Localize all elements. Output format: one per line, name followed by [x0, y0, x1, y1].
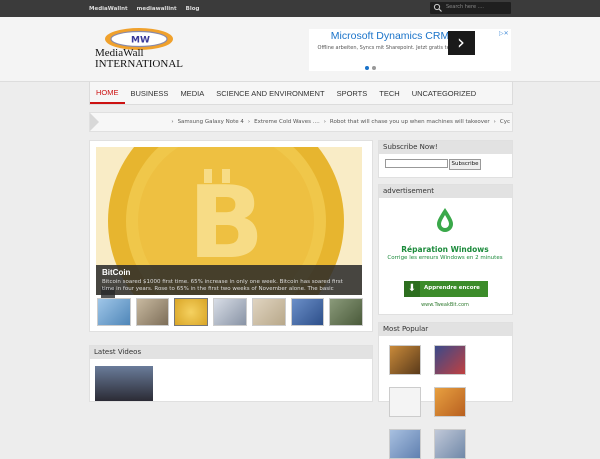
- top-bar: MediaWallnt mediawallint Blog Search her…: [0, 0, 600, 17]
- top-link-blog[interactable]: Blog: [186, 6, 200, 12]
- logo-line2: INTERNATIONAL: [95, 58, 183, 69]
- drop-logo-icon: [437, 208, 453, 232]
- slider-thumb[interactable]: [251, 298, 286, 326]
- sidebar-ad-button[interactable]: ⬇ Apprendre encore: [404, 281, 488, 297]
- news-ticker: › Samsung Galaxy Note 4 › Extreme Cold Wav…: [89, 112, 513, 132]
- popular-thumb[interactable]: [434, 387, 466, 417]
- logo-badge-text: MW: [131, 36, 150, 46]
- top-link-mediawallint[interactable]: mediawallint: [137, 6, 177, 12]
- subscribe-title: Subscribe Now!: [383, 143, 438, 151]
- slider-thumb[interactable]: [97, 298, 131, 326]
- ticker-item[interactable]: Extreme Cold Waves ....: [254, 119, 320, 125]
- popular-thumb[interactable]: [389, 345, 421, 375]
- slide-excerpt: Bitcoin soared $1000 first time. 65% inc…: [102, 279, 343, 292]
- most-popular-title: Most Popular: [383, 325, 429, 333]
- advertisement-title: advertisement: [383, 187, 435, 195]
- main-nav: HOME BUSINESS MEDIA SCIENCE AND ENVIRONM…: [89, 81, 513, 105]
- ad-close-icon[interactable]: ▷✕: [499, 30, 509, 37]
- sidebar-ad-button-label: Apprendre encore: [424, 285, 480, 291]
- search-placeholder: Search here ....: [446, 4, 484, 10]
- nav-item-business[interactable]: BUSINESS: [125, 82, 175, 104]
- slider-thumb[interactable]: [213, 298, 247, 326]
- sidebar-ad-subtitle: Corrige les erreurs Windows en 2 minutes: [387, 255, 503, 261]
- top-link-mediawallnt[interactable]: MediaWallnt: [89, 6, 128, 12]
- ticker-item[interactable]: Cyc: [500, 119, 510, 125]
- subscribe-button[interactable]: Subscribe: [449, 159, 481, 170]
- header-ad-title: Microsoft Dynamics CRM: [330, 30, 450, 42]
- header-ad-dots: [365, 66, 376, 70]
- nav-item-tech[interactable]: TECH: [373, 82, 405, 104]
- video-thumb[interactable]: [95, 366, 153, 401]
- download-icon: ⬇: [404, 281, 420, 297]
- slider-thumb[interactable]: [329, 298, 364, 326]
- header-ad[interactable]: Microsoft Dynamics CRM Offline arbeiten,…: [309, 29, 511, 71]
- slider-thumb[interactable]: [290, 298, 325, 326]
- ticker-items: › Samsung Galaxy Note 4 › Extreme Cold Wav…: [171, 119, 510, 125]
- most-popular-header: Most Popular: [379, 323, 512, 336]
- ticker-arrow-icon: [90, 113, 99, 131]
- nav-item-sports[interactable]: SPORTS: [331, 82, 374, 104]
- subscribe-widget: Subscribe Now! Subscribe: [378, 140, 513, 178]
- slider-thumb[interactable]: [135, 298, 170, 326]
- slide-caption: BitCoin Bitcoin soared $1000 first time.…: [96, 265, 362, 295]
- subscribe-email-input[interactable]: [385, 159, 448, 168]
- advertisement-widget: advertisement Réparation Windows Corrige…: [378, 184, 513, 315]
- nav-item-media[interactable]: MEDIA: [174, 82, 210, 104]
- site-header: MW MediaWall INTERNATIONAL Microsoft Dyn…: [0, 17, 600, 82]
- slide-title[interactable]: BitCoin: [102, 268, 130, 277]
- search-input[interactable]: Search here ....: [430, 2, 511, 14]
- popular-thumb[interactable]: [389, 387, 421, 417]
- popular-thumbnails: [389, 345, 509, 459]
- popular-thumb[interactable]: [434, 345, 466, 375]
- ticker-item[interactable]: Samsung Galaxy Note 4: [178, 119, 244, 125]
- featured-slider: B BitCoin Bitcoin soared $1000 first tim…: [89, 140, 373, 332]
- slider-thumbnails: [97, 298, 364, 326]
- latest-videos: Latest Videos: [89, 345, 373, 402]
- popular-thumb[interactable]: [434, 429, 466, 459]
- header-ad-subtitle: Offline arbeiten, Syncs mit Sharepoint. …: [317, 45, 463, 51]
- search-icon: [433, 3, 442, 12]
- nav-item-home[interactable]: HOME: [90, 82, 125, 104]
- latest-videos-title: Latest Videos: [94, 348, 142, 356]
- site-logo[interactable]: MW MediaWall INTERNATIONAL: [91, 25, 195, 69]
- sidebar-ad-url: www.TweakBit.com: [421, 302, 469, 308]
- header-ad-arrow-button[interactable]: [448, 31, 475, 55]
- nav-item-uncategorized[interactable]: UNCATEGORIZED: [406, 82, 482, 104]
- most-popular-widget: Most Popular: [378, 322, 513, 459]
- subscribe-header: Subscribe Now!: [379, 141, 512, 154]
- popular-thumb[interactable]: [389, 429, 421, 459]
- advertisement-header: advertisement: [379, 185, 512, 198]
- sidebar-ad[interactable]: Réparation Windows Corrige les erreurs W…: [382, 201, 508, 311]
- latest-videos-header: Latest Videos: [90, 346, 372, 359]
- slider-thumb[interactable]: [174, 298, 209, 326]
- ticker-item[interactable]: Robot that will chase you up when machin…: [330, 119, 490, 125]
- sidebar-ad-title: Réparation Windows: [401, 245, 489, 254]
- nav-item-science[interactable]: SCIENCE AND ENVIRONMENT: [210, 82, 330, 104]
- top-nav: MediaWallnt mediawallint Blog: [89, 0, 199, 17]
